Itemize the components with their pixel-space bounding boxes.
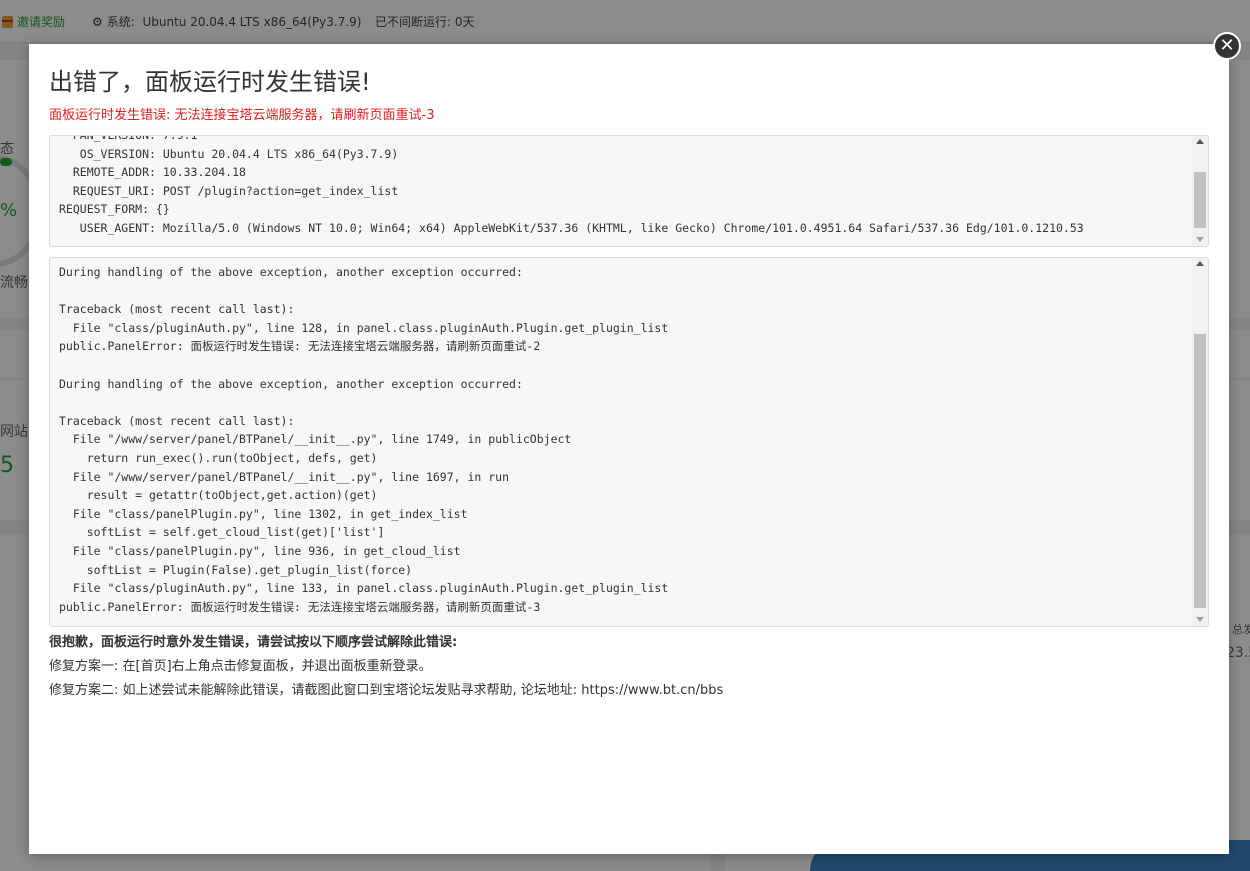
scroll-down-icon[interactable] xyxy=(1196,617,1204,622)
dialog-title: 出错了，面板运行时发生错误! xyxy=(49,68,371,96)
scroll-down-icon[interactable] xyxy=(1196,237,1204,242)
code-line: softList = self.get_cloud_list(get)['lis… xyxy=(59,525,385,540)
scroll-up-icon[interactable] xyxy=(1196,261,1204,266)
scroll-thumb[interactable] xyxy=(1194,172,1206,228)
code-line: REMOTE_ADDR: 10.33.204.18 xyxy=(59,165,246,180)
code-line: result = getattr(toObject,get.action)(ge… xyxy=(59,488,378,503)
code-line: File "/www/server/panel/BTPanel/__init__… xyxy=(59,469,510,484)
code-line: return run_exec().run(toObject, defs, ge… xyxy=(59,450,378,465)
apology-text: 很抱歉，面板运行时意外发生错误，请尝试按以下顺序尝试解除此错误: xyxy=(49,635,458,650)
close-icon[interactable]: ✕ xyxy=(1213,32,1241,60)
code-line: File "class/panelPlugin.py", line 1302, … xyxy=(59,506,468,521)
code-line: public.PanelError: 面板运行时发生错误: 无法连接宝塔云端服务… xyxy=(59,339,541,354)
env-scrollbar[interactable] xyxy=(1192,136,1208,246)
fix-option-one: 修复方案一: 在[首页]右上角点击修复面板，并退出面板重新登录。 xyxy=(49,659,432,674)
traceback-text: During handling of the above exception, … xyxy=(59,263,1188,616)
code-line: Traceback (most recent call last): xyxy=(59,302,295,317)
code-line: USER_AGENT: Mozilla/5.0 (Windows NT 10.0… xyxy=(59,220,1084,235)
code-line: During handling of the above exception, … xyxy=(59,376,523,391)
error-summary: 面板运行时发生错误: 无法连接宝塔云端服务器，请刷新页面重试-3 xyxy=(49,108,435,123)
scroll-thumb[interactable] xyxy=(1194,334,1206,608)
code-line: REQUEST_URI: POST /plugin?action=get_ind… xyxy=(59,183,399,198)
code-line: PAN_VERSION: 7.9.1 xyxy=(59,135,198,142)
code-line: During handling of the above exception, … xyxy=(59,265,523,279)
code-line: File "class/pluginAuth.py", line 133, in… xyxy=(59,581,669,596)
fix-option-two: 修复方案二: 如上述尝试未能解除此错误，请截图此窗口到宝塔论坛发贴寻求帮助, 论… xyxy=(49,683,724,698)
code-line: OS_VERSION: Ubuntu 20.04.4 LTS x86_64(Py… xyxy=(59,146,399,161)
code-line: File "class/panelPlugin.py", line 936, i… xyxy=(59,543,461,558)
code-line: File "/www/server/panel/BTPanel/__init__… xyxy=(59,432,572,447)
error-dialog: 出错了，面板运行时发生错误! 面板运行时发生错误: 无法连接宝塔云端服务器，请刷… xyxy=(29,44,1229,854)
code-line: File "class/pluginAuth.py", line 128, in… xyxy=(59,320,669,335)
code-line: softList = Plugin(False).get_plugin_list… xyxy=(59,562,413,577)
code-line: REQUEST_FORM: {} xyxy=(59,202,170,217)
env-info-text: PAN_VERSION: 7.9.1 OS_VERSION: Ubuntu 20… xyxy=(59,135,1188,238)
scroll-up-icon[interactable] xyxy=(1196,139,1204,144)
traceback-scrollbar[interactable] xyxy=(1192,258,1208,626)
code-line: Traceback (most recent call last): xyxy=(59,413,295,428)
code-line: public.PanelError: 面板运行时发生错误: 无法连接宝塔云端服务… xyxy=(59,599,541,614)
traceback-box[interactable]: During handling of the above exception, … xyxy=(49,257,1209,627)
env-info-box[interactable]: PAN_VERSION: 7.9.1 OS_VERSION: Ubuntu 20… xyxy=(49,135,1209,247)
